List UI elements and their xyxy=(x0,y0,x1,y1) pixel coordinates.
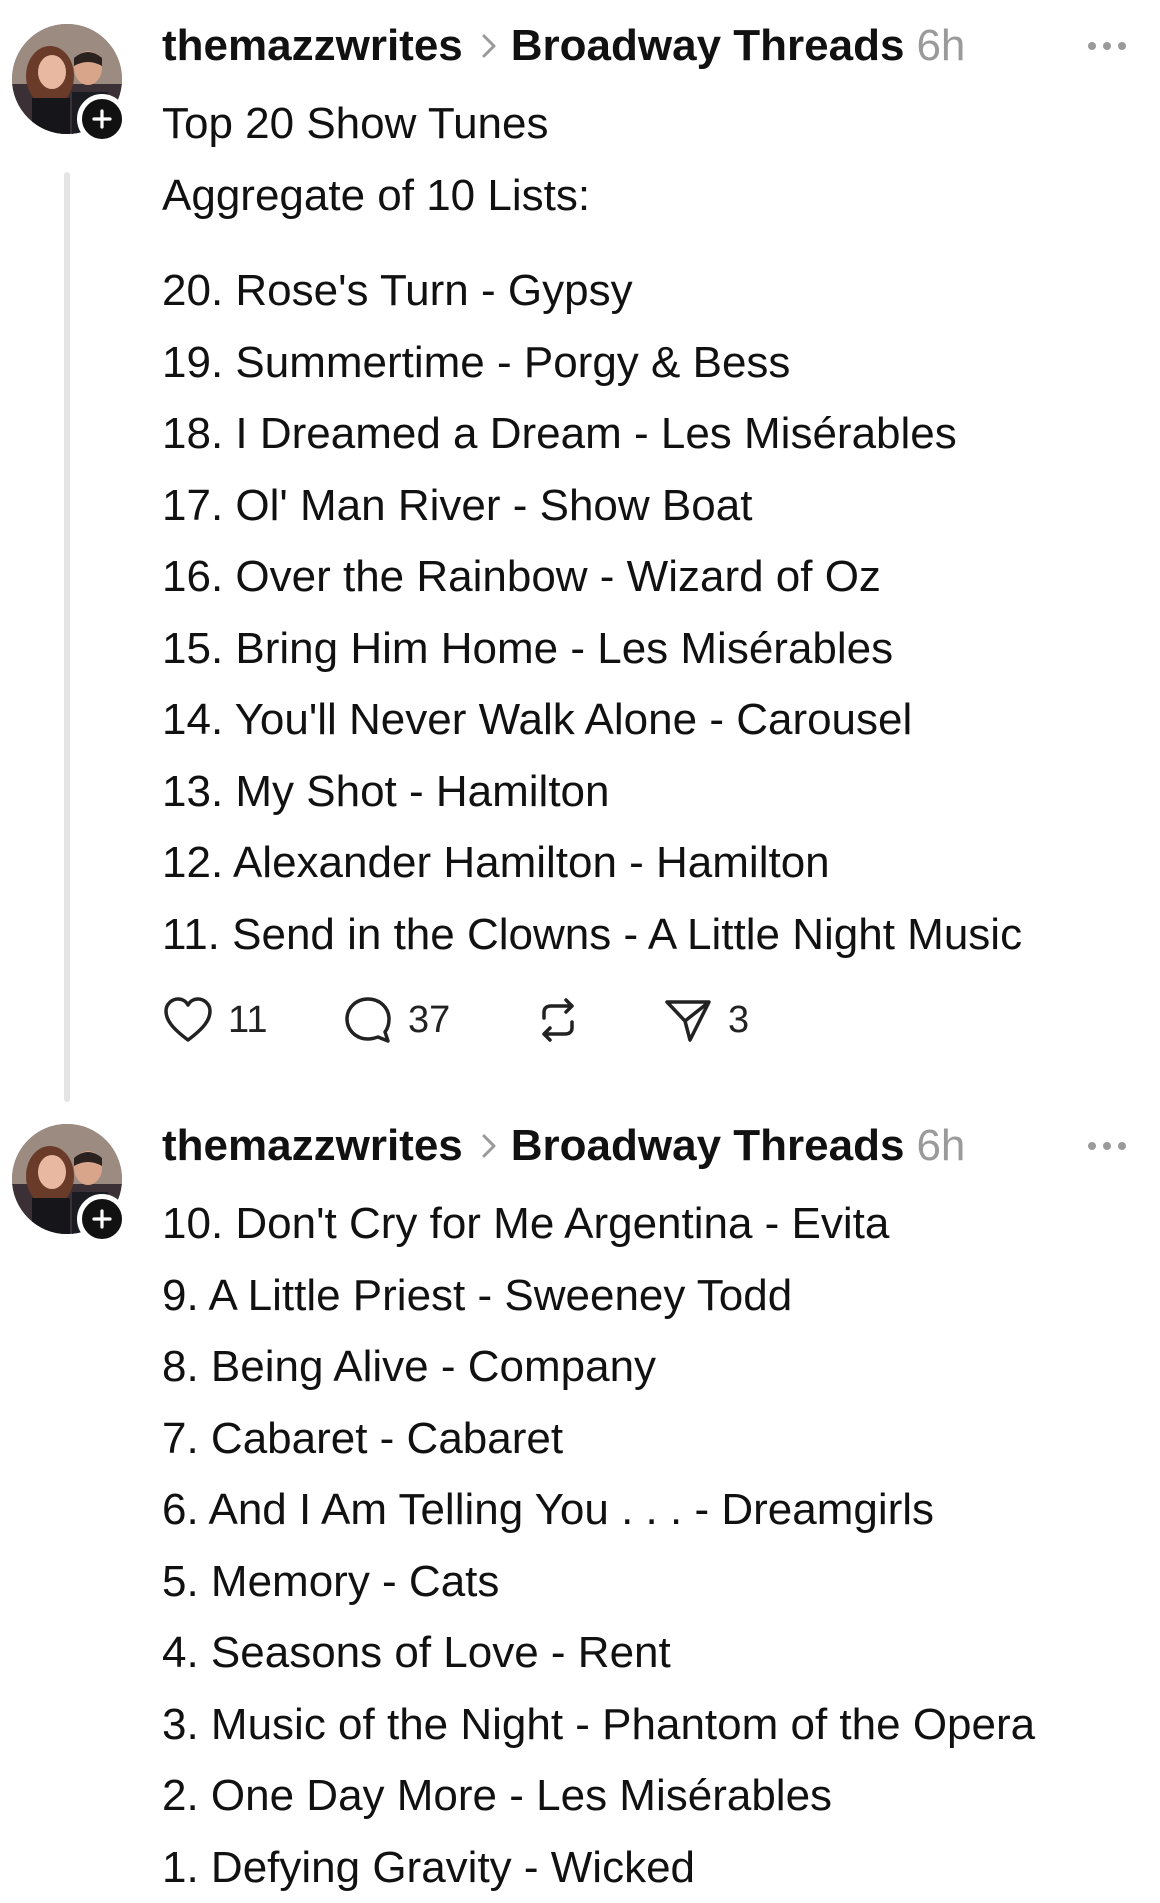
post-title-line: Top 20 Show Tunes xyxy=(162,88,1150,160)
list-item: 1. Defying Gravity - Wicked xyxy=(162,1832,1150,1903)
list-item: 8. Being Alive - Company xyxy=(162,1331,1150,1403)
list-item: 2. One Day More - Les Misérables xyxy=(162,1760,1150,1832)
plus-icon xyxy=(91,1208,113,1230)
list-item: 9. A Little Priest - Sweeney Todd xyxy=(162,1260,1150,1332)
like-button[interactable]: 11 xyxy=(162,996,342,1044)
list-item: 7. Cabaret - Cabaret xyxy=(162,1403,1150,1475)
post-actions-bar: 11 37 3 xyxy=(162,990,782,1050)
list-item: 13. My Shot - Hamilton xyxy=(162,756,1150,828)
post-timestamp: 6h xyxy=(916,1116,965,1176)
more-options-button[interactable] xyxy=(1072,1116,1142,1176)
community-link[interactable]: Broadway Threads xyxy=(511,16,905,76)
post-header: themazzwrites Broadway Threads 6h xyxy=(162,16,1160,76)
post-header: themazzwrites Broadway Threads 6h xyxy=(162,1116,1160,1176)
more-options-button[interactable] xyxy=(1072,16,1142,76)
list-item: 5. Memory - Cats xyxy=(162,1546,1150,1618)
share-count: 3 xyxy=(728,999,749,1042)
like-count: 11 xyxy=(228,999,267,1042)
list-item: 16. Over the Rainbow - Wizard of Oz xyxy=(162,541,1150,613)
list-item: 6. And I Am Telling You . . . - Dreamgir… xyxy=(162,1474,1150,1546)
post-timestamp: 6h xyxy=(916,16,965,76)
avatar-container[interactable] xyxy=(12,1124,122,1234)
list-item: 19. Summertime - Porgy & Bess xyxy=(162,327,1150,399)
more-horizontal-icon xyxy=(1087,1141,1127,1151)
list-item: 14. You'll Never Walk Alone - Carousel xyxy=(162,684,1150,756)
plus-icon xyxy=(91,108,113,130)
avatar-container[interactable] xyxy=(12,24,122,134)
reply-count: 37 xyxy=(408,999,450,1042)
list-item: 18. I Dreamed a Dream - Les Misérables xyxy=(162,398,1150,470)
comment-bubble-icon xyxy=(342,994,394,1046)
chevron-right-icon xyxy=(481,33,497,59)
heart-icon xyxy=(162,996,214,1044)
list-item: 11. Send in the Clowns - A Little Night … xyxy=(162,899,1150,971)
post-subtitle-line: Aggregate of 10 Lists: xyxy=(162,160,1150,232)
username-link[interactable]: themazzwrites xyxy=(162,16,463,76)
thread-post: themazzwrites Broadway Threads 6h 10. Do… xyxy=(0,1100,1160,1901)
post-body: Top 20 Show Tunes Aggregate of 10 Lists:… xyxy=(162,88,1150,970)
community-link[interactable]: Broadway Threads xyxy=(511,1116,905,1176)
username-link[interactable]: themazzwrites xyxy=(162,1116,463,1176)
list-item: 4. Seasons of Love - Rent xyxy=(162,1617,1150,1689)
list-item: 15. Bring Him Home - Les Misérables xyxy=(162,613,1150,685)
post-body: 10. Don't Cry for Me Argentina - Evita 9… xyxy=(162,1188,1150,1903)
list-item: 10. Don't Cry for Me Argentina - Evita xyxy=(162,1188,1150,1260)
share-button[interactable]: 3 xyxy=(662,994,782,1046)
repost-button[interactable] xyxy=(532,994,662,1046)
follow-button[interactable] xyxy=(77,94,127,144)
list-item: 20. Rose's Turn - Gypsy xyxy=(162,255,1150,327)
repost-icon xyxy=(532,994,584,1046)
follow-button[interactable] xyxy=(77,1194,127,1244)
send-icon xyxy=(662,994,714,1046)
list-item: 3. Music of the Night - Phantom of the O… xyxy=(162,1689,1150,1761)
chevron-right-icon xyxy=(481,1133,497,1159)
list-item: 12. Alexander Hamilton - Hamilton xyxy=(162,827,1150,899)
thread-connector-line xyxy=(64,172,70,1102)
reply-button[interactable]: 37 xyxy=(342,994,532,1046)
thread-post: themazzwrites Broadway Threads 6h Top 20… xyxy=(0,0,1160,1100)
more-horizontal-icon xyxy=(1087,41,1127,51)
list-item: 17. Ol' Man River - Show Boat xyxy=(162,470,1150,542)
